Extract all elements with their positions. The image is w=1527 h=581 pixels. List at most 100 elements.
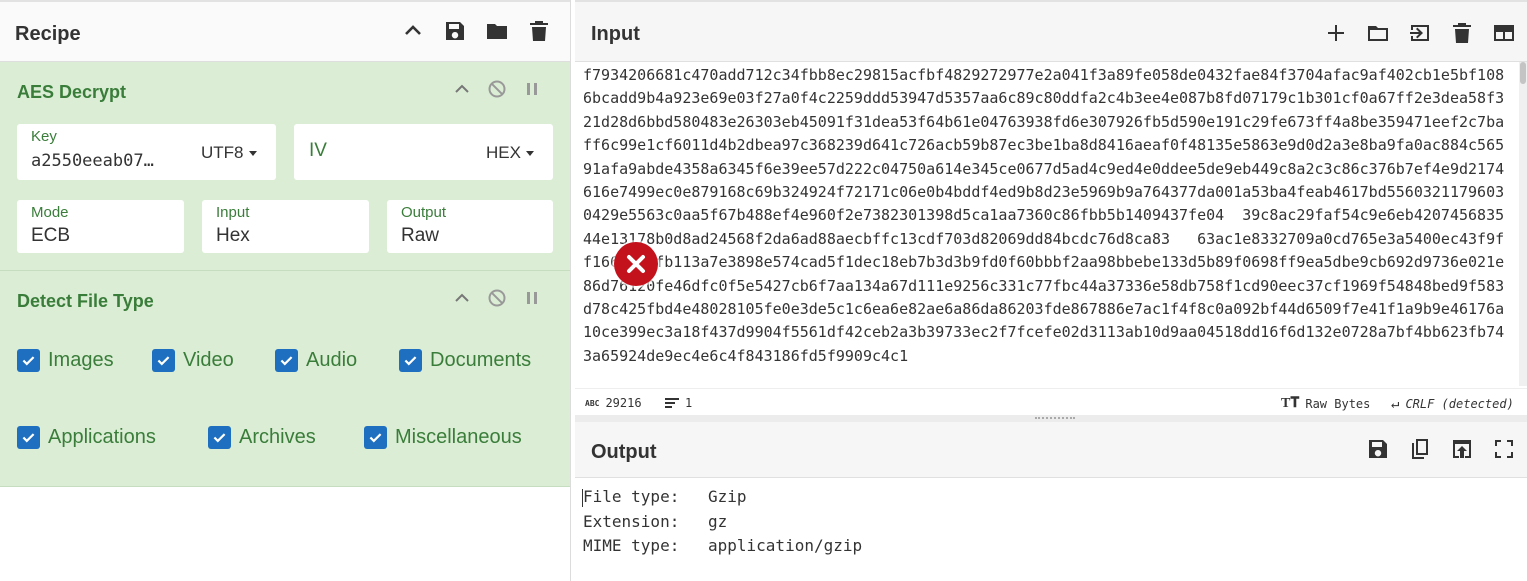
checkbox-checked-icon[interactable]: [152, 349, 175, 372]
output-textarea[interactable]: File type: Gzip Extension: gz MIME type: ap…: [583, 485, 862, 559]
scrollbar-thumb[interactable]: [1520, 62, 1526, 84]
recipe-header: Recipe: [0, 0, 570, 62]
caret-down-icon: [525, 151, 534, 157]
save-icon[interactable]: [1365, 436, 1391, 462]
length-stat: ABC 29216: [585, 396, 642, 410]
folder-icon[interactable]: [1365, 20, 1391, 46]
checkbox-label: Images: [48, 349, 114, 371]
click-marker-icon: [614, 242, 658, 286]
abc-icon: ABC: [585, 398, 600, 408]
open-input-icon[interactable]: [1407, 20, 1433, 46]
output-value: application/gzip: [708, 536, 863, 555]
replace-input-icon[interactable]: [1449, 436, 1475, 462]
mode-value[interactable]: ECB: [31, 225, 70, 247]
maximize-icon[interactable]: [1491, 436, 1517, 462]
iv-field[interactable]: IV HEX: [294, 124, 553, 180]
folder-icon[interactable]: [484, 18, 510, 44]
key-encoding-value: UTF8: [201, 143, 244, 162]
checkbox-miscellaneous[interactable]: Miscellaneous: [364, 426, 522, 449]
chevron-up-icon[interactable]: [452, 79, 472, 99]
output-format-field[interactable]: Output Raw: [387, 200, 553, 253]
checkbox-label: Audio: [306, 349, 358, 371]
caret-down-icon: [248, 151, 257, 157]
checkbox-documents[interactable]: Documents: [399, 349, 531, 372]
chevron-up-icon[interactable]: [452, 288, 472, 308]
disable-icon[interactable]: [487, 79, 507, 99]
checkbox-label: Applications: [48, 426, 156, 448]
save-icon[interactable]: [442, 18, 468, 44]
detect-file-type-title: Detect File Type: [17, 291, 154, 311]
recipe-toolbar: [400, 18, 552, 44]
checkbox-video[interactable]: Video: [152, 349, 234, 372]
add-icon[interactable]: [1323, 20, 1349, 46]
input-status-bar: ABC 29216 1 T𝐓 Raw Bytes ↵ CRLF (detecte…: [575, 388, 1527, 415]
aes-decrypt-controls: [452, 79, 542, 99]
input-format-value[interactable]: Hex: [216, 225, 250, 247]
output-key: File type:: [583, 487, 680, 506]
input-header: Input: [575, 0, 1527, 62]
chr-enc-button[interactable]: T𝐓 Raw Bytes: [1281, 396, 1370, 412]
checkbox-checked-icon[interactable]: [17, 349, 40, 372]
output-row: Extension: gz: [583, 510, 862, 535]
checkbox-checked-icon[interactable]: [364, 426, 387, 449]
key-input[interactable]: a2550eeab07…: [31, 151, 154, 171]
length-value: 29216: [605, 396, 642, 410]
layout-icon[interactable]: [1491, 20, 1517, 46]
lines-icon: [665, 398, 679, 408]
pause-icon[interactable]: [522, 79, 542, 99]
iv-input[interactable]: IV: [309, 140, 327, 162]
checkbox-archives[interactable]: Archives: [208, 426, 316, 449]
input-title: Input: [591, 23, 640, 45]
checkbox-images[interactable]: Images: [17, 349, 114, 372]
checkbox-label: Archives: [239, 426, 316, 448]
checkbox-checked-icon[interactable]: [275, 349, 298, 372]
key-label: Key: [31, 128, 57, 145]
key-field[interactable]: Key a2550eeab07… UTF8: [17, 124, 276, 180]
lines-value: 1: [685, 396, 693, 410]
output-format-value[interactable]: Raw: [401, 225, 439, 247]
checkbox-label: Video: [183, 349, 234, 371]
resizer-grip[interactable]: [1035, 417, 1075, 420]
return-arrow-icon: ↵: [1391, 396, 1400, 412]
key-encoding-select[interactable]: UTF8: [201, 143, 257, 163]
input-scrollbar[interactable]: [1519, 62, 1527, 386]
recipe-title: Recipe: [15, 23, 81, 45]
output-key: MIME type:: [583, 536, 680, 555]
lines-stat: 1: [665, 396, 692, 410]
output-value: Gzip: [708, 487, 747, 506]
trash-icon[interactable]: [526, 18, 552, 44]
checkbox-checked-icon[interactable]: [208, 426, 231, 449]
detect-file-type-operation: Detect File Type Images Video Audio Docu…: [0, 271, 570, 487]
aes-decrypt-title: AES Decrypt: [17, 82, 127, 102]
checkbox-checked-icon[interactable]: [399, 349, 422, 372]
checkbox-checked-icon[interactable]: [17, 426, 40, 449]
pane-resizer[interactable]: [575, 415, 1527, 422]
checkbox-label: Miscellaneous: [395, 426, 522, 448]
pause-icon[interactable]: [522, 288, 542, 308]
chevron-up-icon[interactable]: [400, 18, 426, 44]
checkbox-audio[interactable]: Audio: [275, 349, 357, 372]
detect-file-type-controls: [452, 288, 542, 308]
mode-field[interactable]: Mode ECB: [17, 200, 184, 253]
trash-icon[interactable]: [1449, 20, 1475, 46]
eol-button[interactable]: ↵ CRLF (detected): [1391, 396, 1514, 412]
output-title: Output: [591, 441, 657, 463]
eol-value: CRLF (detected): [1405, 397, 1514, 411]
text-format-icon: T𝐓: [1281, 396, 1300, 411]
output-row: File type: Gzip: [583, 485, 862, 510]
io-panel: Input f7934206681c470add712c34fbb8ec2981…: [575, 0, 1527, 581]
chr-enc-value: Raw Bytes: [1305, 397, 1371, 411]
copy-icon[interactable]: [1407, 436, 1433, 462]
iv-encoding-value: HEX: [486, 143, 521, 162]
checkbox-label: Documents: [430, 349, 532, 371]
output-key: Extension:: [583, 511, 680, 531]
output-value: gz: [708, 511, 728, 531]
checkbox-applications[interactable]: Applications: [17, 426, 156, 449]
disable-icon[interactable]: [487, 288, 507, 308]
input-format-field[interactable]: Input Hex: [202, 200, 369, 253]
output-header: Output: [575, 422, 1527, 478]
input-textarea[interactable]: f7934206681c470add712c34fbb8ec29815acfbf…: [583, 64, 1513, 386]
aes-decrypt-operation: AES Decrypt Key a2550eeab07… UTF8 IV HEX…: [0, 62, 570, 271]
iv-encoding-select[interactable]: HEX: [486, 143, 534, 163]
output-toolbar: [1365, 436, 1517, 462]
